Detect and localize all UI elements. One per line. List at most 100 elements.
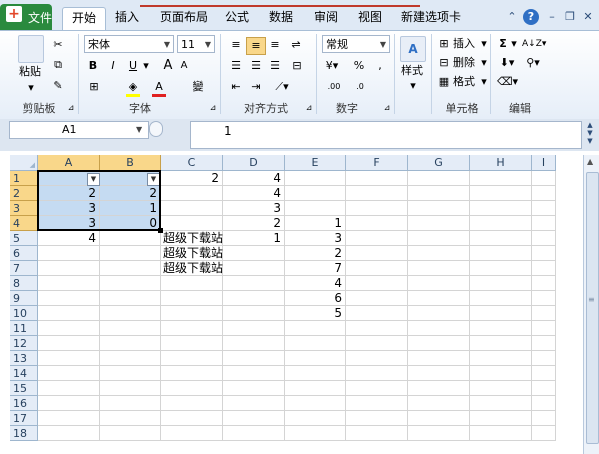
alignment-launcher-icon[interactable]: ⊿ (304, 100, 314, 116)
cell-H11[interactable] (470, 321, 532, 336)
cell-C1[interactable]: 2 (161, 171, 223, 186)
cell-G13[interactable] (408, 351, 470, 366)
cell-B14[interactable] (100, 366, 161, 381)
row-header[interactable]: 18 (10, 426, 38, 441)
cell-G17[interactable] (408, 411, 470, 426)
cell-G9[interactable] (408, 291, 470, 306)
align-left-icon[interactable]: ☰ (228, 58, 244, 74)
cell-H3[interactable] (470, 201, 532, 216)
cell-B7[interactable] (100, 261, 161, 276)
format-cells-button[interactable]: 格式 (453, 74, 481, 90)
tab-formulas[interactable]: 公式 (220, 7, 254, 30)
clipboard-launcher-icon[interactable]: ⊿ (66, 100, 76, 116)
cell-C9[interactable] (161, 291, 223, 306)
cell-D11[interactable] (223, 321, 285, 336)
cell-I3[interactable] (532, 201, 556, 216)
cell-H18[interactable] (470, 426, 532, 441)
paste-icon[interactable] (18, 35, 44, 63)
cell-B11[interactable] (100, 321, 161, 336)
cell-D9[interactable] (223, 291, 285, 306)
copy-icon[interactable]: ⧉ (50, 57, 66, 73)
cell-B18[interactable] (100, 426, 161, 441)
cell-E7[interactable]: 7 (285, 261, 346, 276)
cell-A15[interactable] (38, 381, 100, 396)
fill-color-icon[interactable]: ◈ (126, 79, 140, 95)
cell-E12[interactable] (285, 336, 346, 351)
cell-I2[interactable] (532, 186, 556, 201)
cell-F5[interactable] (346, 231, 408, 246)
cell-I9[interactable] (532, 291, 556, 306)
column-header[interactable]: D (223, 155, 285, 171)
row-header[interactable]: 5 (10, 231, 38, 246)
cut-icon[interactable]: ✂ (50, 37, 66, 53)
align-center-icon[interactable]: ☰ (248, 58, 264, 74)
cell-B12[interactable] (100, 336, 161, 351)
name-box-dropdown-icon[interactable]: ▼ (136, 122, 142, 138)
tab-data[interactable]: 数据 (264, 7, 298, 30)
tab-view[interactable]: 视图 (353, 7, 387, 30)
cell-G18[interactable] (408, 426, 470, 441)
italic-button[interactable]: I (106, 58, 120, 74)
row-header[interactable]: 9 (10, 291, 38, 306)
cell-F1[interactable] (346, 171, 408, 186)
cell-B15[interactable] (100, 381, 161, 396)
format-dropdown-icon[interactable]: ▾ (480, 74, 488, 90)
cell-E10[interactable]: 5 (285, 306, 346, 321)
underline-dropdown-icon[interactable]: ▾ (142, 58, 150, 74)
cell-H9[interactable] (470, 291, 532, 306)
cell-H15[interactable] (470, 381, 532, 396)
phonetic-button[interactable]: 變 (190, 79, 206, 95)
paste-button[interactable]: 粘贴 (14, 64, 46, 80)
cell-F12[interactable] (346, 336, 408, 351)
autosum-button[interactable]: Σ (497, 36, 509, 52)
cell-G12[interactable] (408, 336, 470, 351)
cell-I6[interactable] (532, 246, 556, 261)
cell-F8[interactable] (346, 276, 408, 291)
cell-B8[interactable] (100, 276, 161, 291)
cell-A3[interactable]: 3 (38, 201, 100, 216)
cell-C6[interactable]: 超级下载站 (161, 246, 223, 261)
cell-H6[interactable] (470, 246, 532, 261)
cell-G5[interactable] (408, 231, 470, 246)
cell-H5[interactable] (470, 231, 532, 246)
cell-I12[interactable] (532, 336, 556, 351)
cell-G11[interactable] (408, 321, 470, 336)
cell-A14[interactable] (38, 366, 100, 381)
insert-cells-button[interactable]: 插入 (453, 36, 481, 52)
cell-G16[interactable] (408, 396, 470, 411)
column-header[interactable]: E (285, 155, 346, 171)
cell-H4[interactable] (470, 216, 532, 231)
cell-E5[interactable]: 3 (285, 231, 346, 246)
tab-new-tab[interactable]: 新建选项卡 (398, 7, 464, 30)
cell-I10[interactable] (532, 306, 556, 321)
cell-C7[interactable]: 超级下载站 (161, 261, 223, 276)
row-header[interactable]: 11 (10, 321, 38, 336)
cell-D12[interactable] (223, 336, 285, 351)
cell-D15[interactable] (223, 381, 285, 396)
cell-F15[interactable] (346, 381, 408, 396)
cell-E14[interactable] (285, 366, 346, 381)
format-painter-icon[interactable]: ✎ (50, 78, 66, 94)
cell-B10[interactable] (100, 306, 161, 321)
row-header[interactable]: 8 (10, 276, 38, 291)
font-launcher-icon[interactable]: ⊿ (208, 100, 218, 116)
decrease-decimal-icon[interactable]: .0 (350, 79, 370, 95)
merge-center-icon[interactable]: ⊟ (288, 58, 306, 74)
cell-F2[interactable] (346, 186, 408, 201)
cell-A5[interactable]: 4 (38, 231, 100, 246)
formula-input[interactable]: 1 (190, 121, 582, 149)
tab-review[interactable]: 审阅 (309, 7, 343, 30)
styles-dropdown-icon[interactable]: ▾ (408, 78, 418, 94)
cell-C12[interactable] (161, 336, 223, 351)
cell-E15[interactable] (285, 381, 346, 396)
underline-button[interactable]: U (126, 58, 140, 74)
cell-I1[interactable] (532, 171, 556, 186)
help-icon[interactable]: ? (523, 9, 539, 25)
insert-dropdown-icon[interactable]: ▾ (480, 36, 488, 52)
styles-button[interactable]: 样式 (398, 63, 426, 79)
cell-C14[interactable] (161, 366, 223, 381)
cell-G4[interactable] (408, 216, 470, 231)
cell-D3[interactable]: 3 (223, 201, 285, 216)
increase-decimal-icon[interactable]: .00 (324, 79, 344, 95)
cell-A9[interactable] (38, 291, 100, 306)
